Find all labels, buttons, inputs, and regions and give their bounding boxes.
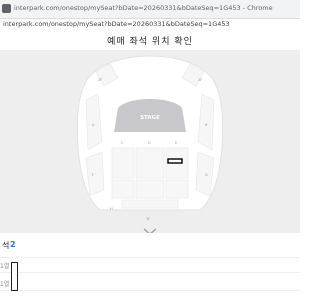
section-label: 2F — [198, 78, 202, 82]
seat-marker — [11, 262, 18, 291]
section-label: 2F — [98, 78, 102, 82]
seat-count: 2 — [10, 240, 16, 249]
seat-row-label: 1열 — [0, 281, 10, 288]
divider — [0, 272, 300, 273]
divider — [0, 257, 300, 258]
seat-row[interactable]: 1열 — [0, 277, 300, 291]
page-title: 예매 좌석 위치 확인 — [107, 37, 193, 47]
seat-block[interactable] — [121, 199, 179, 209]
seat-block[interactable] — [165, 179, 189, 199]
section-label: D — [148, 141, 151, 145]
favicon-icon — [2, 4, 11, 13]
seat-row[interactable]: 1열 — [0, 259, 300, 273]
section-label: G — [205, 173, 208, 177]
seat-row-label: 1열 — [0, 263, 10, 270]
section-label: H — [110, 207, 113, 211]
window-title: interpark.com/onestop/mySeat?bDate=20260… — [14, 4, 273, 12]
seat-map: STAGE 2F 2F A B C D E F G H 1F — [0, 50, 300, 233]
stage-label: STAGE — [140, 115, 160, 121]
section-label: F — [92, 173, 94, 177]
seat-heading: 석 — [2, 241, 10, 250]
seat-block[interactable] — [135, 179, 165, 199]
seat-map-canvas: STAGE 2F 2F A B C D E F G H 1F — [76, 55, 224, 221]
seat-block[interactable] — [135, 147, 165, 179]
divider — [0, 290, 300, 291]
section-label: 1F — [146, 217, 150, 221]
address-url[interactable]: interpark.com/onestop/mySeat?bDate=20260… — [3, 20, 230, 28]
seat-info-panel: 석 2 1열 1열 — [0, 233, 300, 300]
window-titlebar: interpark.com/onestop/mySeat?bDate=20260… — [0, 0, 300, 19]
page-header: 예매 좌석 위치 확인 — [0, 30, 300, 51]
selected-seat-highlight[interactable] — [167, 158, 183, 164]
seat-block[interactable] — [111, 179, 135, 199]
seat-block[interactable] — [111, 147, 135, 179]
